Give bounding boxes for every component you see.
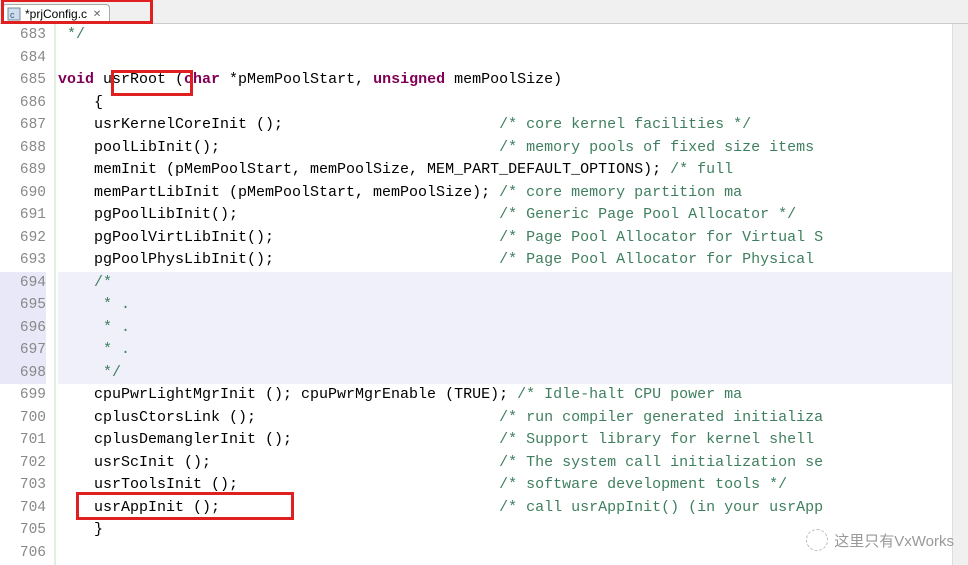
- line-number: 706: [0, 542, 46, 565]
- watermark-icon: [806, 529, 828, 551]
- code-line: usrToolsInit (); /* software development…: [58, 474, 952, 497]
- line-number: 693: [0, 249, 46, 272]
- svg-text:c: c: [10, 10, 15, 20]
- line-number: 703: [0, 474, 46, 497]
- editor: 6836846856866876886896906916926936946956…: [0, 24, 968, 565]
- code-line: * .: [58, 339, 952, 362]
- line-number: 688: [0, 137, 46, 160]
- line-number: 700: [0, 407, 46, 430]
- close-icon[interactable]: ✕: [91, 8, 103, 20]
- code-line: * .: [58, 294, 952, 317]
- code-line: pgPoolLibInit(); /* Generic Page Pool Al…: [58, 204, 952, 227]
- line-number: 692: [0, 227, 46, 250]
- line-number: 683: [0, 24, 46, 47]
- code-line: {: [58, 92, 952, 115]
- line-number: 694: [0, 272, 46, 295]
- code-line: cpuPwrLightMgrInit (); cpuPwrMgrEnable (…: [58, 384, 952, 407]
- code-line: cplusCtorsLink (); /* run compiler gener…: [58, 407, 952, 430]
- code-line: * .: [58, 317, 952, 340]
- code-area[interactable]: */ void usrRoot (char *pMemPoolStart, uns…: [56, 24, 952, 565]
- line-number: 685: [0, 69, 46, 92]
- code-line: pgPoolVirtLibInit(); /* Page Pool Alloca…: [58, 227, 952, 250]
- line-number: 698: [0, 362, 46, 385]
- line-number: 686: [0, 92, 46, 115]
- code-line: memInit (pMemPoolStart, memPoolSize, MEM…: [58, 159, 952, 182]
- line-number: 704: [0, 497, 46, 520]
- line-number: 696: [0, 317, 46, 340]
- line-number: 691: [0, 204, 46, 227]
- editor-tab[interactable]: c *prjConfig.c ✕: [2, 4, 110, 23]
- code-line: void usrRoot (char *pMemPoolStart, unsig…: [58, 69, 952, 92]
- line-number-gutter: 6836846856866876886896906916926936946956…: [0, 24, 56, 565]
- code-line: usrAppInit (); /* call usrAppInit() (in …: [58, 497, 952, 520]
- line-number: 689: [0, 159, 46, 182]
- watermark: 这里只有VxWorks: [806, 529, 954, 551]
- vertical-scrollbar[interactable]: [952, 24, 968, 565]
- line-number: 690: [0, 182, 46, 205]
- code-line: pgPoolPhysLibInit(); /* Page Pool Alloca…: [58, 249, 952, 272]
- line-number: 687: [0, 114, 46, 137]
- tab-title: *prjConfig.c: [25, 7, 87, 21]
- code-line: */: [58, 24, 952, 47]
- code-line: cplusDemanglerInit (); /* Support librar…: [58, 429, 952, 452]
- code-line: /*: [58, 272, 952, 295]
- code-line: [58, 47, 952, 70]
- line-number: 697: [0, 339, 46, 362]
- watermark-text: 这里只有VxWorks: [834, 530, 954, 551]
- line-number: 701: [0, 429, 46, 452]
- line-number: 699: [0, 384, 46, 407]
- code-line: memPartLibInit (pMemPoolStart, memPoolSi…: [58, 182, 952, 205]
- line-number: 705: [0, 519, 46, 542]
- tab-bar: c *prjConfig.c ✕: [0, 0, 968, 24]
- code-line: poolLibInit(); /* memory pools of fixed …: [58, 137, 952, 160]
- line-number: 684: [0, 47, 46, 70]
- c-file-icon: c: [7, 7, 21, 21]
- line-number: 695: [0, 294, 46, 317]
- code-line: */: [58, 362, 952, 385]
- code-line: usrScInit (); /* The system call initial…: [58, 452, 952, 475]
- line-number: 702: [0, 452, 46, 475]
- code-line: usrKernelCoreInit (); /* core kernel fac…: [58, 114, 952, 137]
